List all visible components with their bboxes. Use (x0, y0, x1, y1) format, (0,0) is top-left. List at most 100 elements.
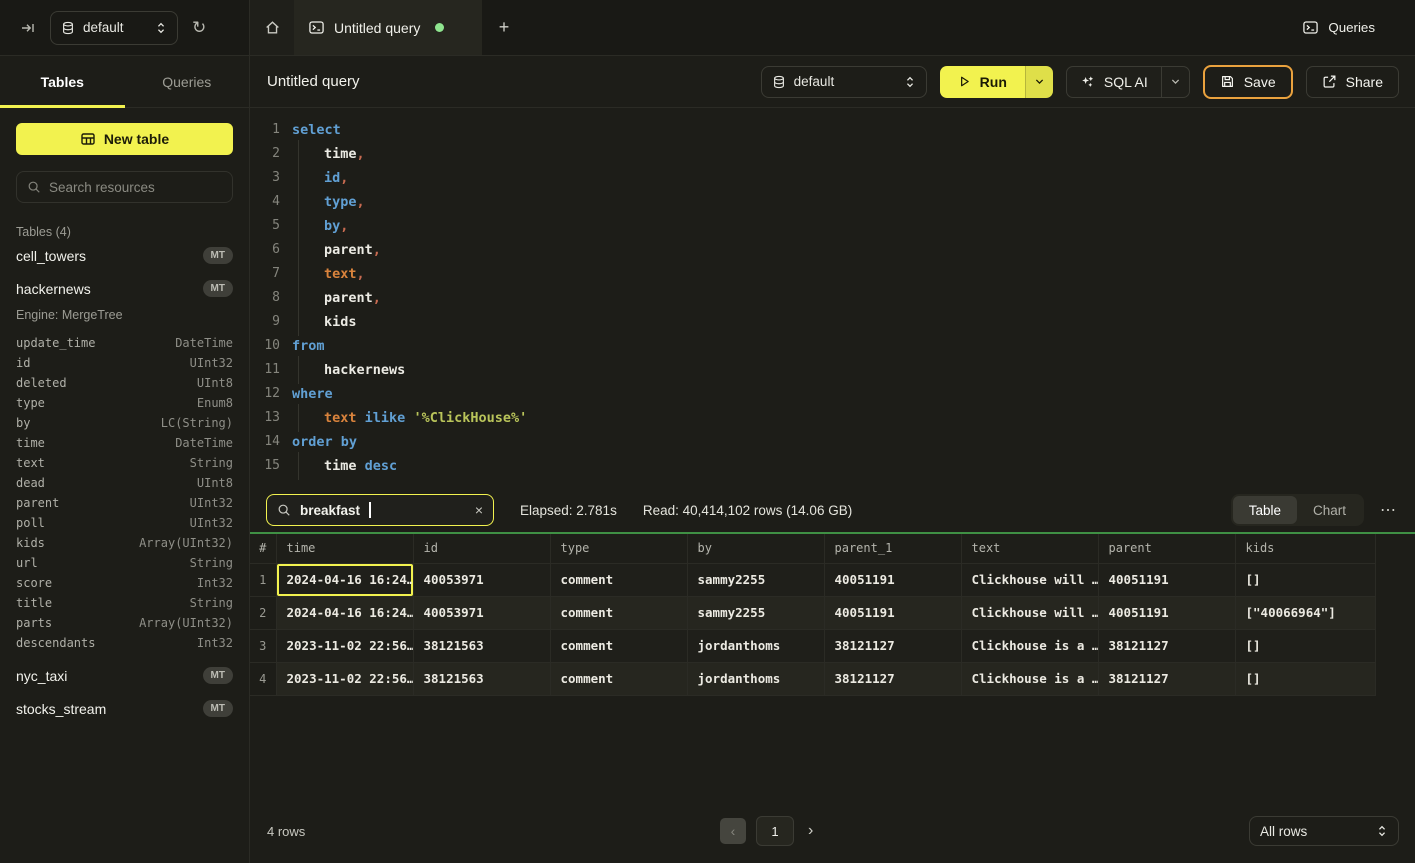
refresh-button[interactable]: ↻ (192, 18, 206, 38)
home-tab[interactable] (250, 0, 294, 55)
code-line[interactable]: 3id, (260, 166, 1415, 190)
query-database-selector[interactable]: default (761, 66, 927, 98)
table-cell[interactable]: jordanthoms (687, 662, 824, 695)
sidebar-table-item[interactable]: stocks_streamMT (16, 692, 233, 725)
table-cell[interactable]: Clickhouse will … (961, 563, 1098, 596)
share-button[interactable]: Share (1306, 66, 1399, 98)
table-cell[interactable]: comment (550, 662, 687, 695)
table-cell[interactable]: sammy2255 (687, 596, 824, 629)
table-cell[interactable]: 38121563 (413, 662, 550, 695)
code-line[interactable]: 8parent, (260, 286, 1415, 310)
row-number-cell[interactable]: 1 (250, 563, 276, 596)
table-cell[interactable]: Clickhouse is a … (961, 662, 1098, 695)
column-header[interactable]: parent (1098, 534, 1235, 563)
sidebar-table-item[interactable]: nyc_taxiMT (16, 659, 233, 692)
code-line[interactable]: 2time, (260, 142, 1415, 166)
table-row[interactable]: 12024-04-16 16:24…40053971commentsammy22… (250, 563, 1375, 596)
table-cell[interactable]: 2023-11-02 22:56… (276, 629, 413, 662)
code-line[interactable]: 5by, (260, 214, 1415, 238)
table-cell[interactable]: 2023-11-02 22:56… (276, 662, 413, 695)
table-cell[interactable]: 40051191 (1098, 563, 1235, 596)
code-line[interactable]: 6parent, (260, 238, 1415, 262)
table-cell[interactable]: comment (550, 629, 687, 662)
row-number-cell[interactable]: 4 (250, 662, 276, 695)
sql-editor[interactable]: 1select2time,3id,4type,5by,6parent,7text… (250, 108, 1415, 488)
column-header[interactable]: type (550, 534, 687, 563)
database-selector[interactable]: default (50, 11, 178, 45)
code-line[interactable]: 12where (260, 382, 1415, 406)
table-cell[interactable]: 2024-04-16 16:24… (276, 563, 413, 596)
table-cell[interactable]: comment (550, 596, 687, 629)
code-line[interactable]: 9kids (260, 310, 1415, 334)
save-button[interactable]: Save (1203, 65, 1293, 99)
table-cell[interactable]: comment (550, 563, 687, 596)
table-cell[interactable]: 38121127 (824, 629, 961, 662)
table-cell[interactable]: 38121563 (413, 629, 550, 662)
column-header[interactable]: time (276, 534, 413, 563)
sql-ai-options-button[interactable] (1161, 67, 1189, 97)
sidebar-search-input[interactable] (49, 180, 222, 195)
tab-tables[interactable]: Tables (0, 56, 125, 107)
table-cell[interactable]: 38121127 (1098, 629, 1235, 662)
results-table: #timeidtypebyparent_1textparentkids12024… (250, 534, 1376, 696)
table-cell[interactable]: 40053971 (413, 596, 550, 629)
sql-ai-button[interactable]: SQL AI (1067, 67, 1161, 97)
table-cell[interactable]: 38121127 (1098, 662, 1235, 695)
code-line[interactable]: 13text ilike '%ClickHouse%' (260, 406, 1415, 430)
code-line[interactable]: 4type, (260, 190, 1415, 214)
table-cell[interactable]: [] (1235, 662, 1375, 695)
table-cell[interactable]: [] (1235, 629, 1375, 662)
table-cell[interactable]: 40051191 (824, 563, 961, 596)
column-header[interactable]: parent_1 (824, 534, 961, 563)
code-line[interactable]: 14order by (260, 430, 1415, 454)
row-number-cell[interactable]: 3 (250, 629, 276, 662)
page-number[interactable]: 1 (756, 816, 794, 846)
prev-page-button[interactable]: ‹ (720, 818, 746, 844)
result-search-input[interactable]: breakfast × (266, 494, 494, 526)
code-line[interactable]: 7text, (260, 262, 1415, 286)
column-header[interactable]: by (687, 534, 824, 563)
sidebar-table-item[interactable]: cell_towersMT (16, 239, 233, 272)
table-cell[interactable]: Clickhouse will … (961, 596, 1098, 629)
table-cell[interactable]: 38121127 (824, 662, 961, 695)
table-cell[interactable]: Clickhouse is a … (961, 629, 1098, 662)
column-header[interactable]: id (413, 534, 550, 563)
table-cell[interactable]: 40051191 (824, 596, 961, 629)
column-header[interactable]: text (961, 534, 1098, 563)
tab-queries[interactable]: Queries (125, 56, 250, 107)
code-line[interactable]: 10from (260, 334, 1415, 358)
next-page-button[interactable]: › (804, 822, 817, 840)
result-search-value: breakfast (300, 503, 360, 518)
table-cell[interactable]: jordanthoms (687, 629, 824, 662)
code-line[interactable]: 1select (260, 118, 1415, 142)
table-cell[interactable]: [] (1235, 563, 1375, 596)
more-options-button[interactable]: ⋯ (1380, 500, 1397, 520)
sidebar-table-item[interactable]: hackernewsMT (16, 272, 233, 305)
table-row[interactable]: 42023-11-02 22:56…38121563commentjordant… (250, 662, 1375, 695)
line-number: 10 (260, 334, 280, 358)
table-cell[interactable]: ["40066964"] (1235, 596, 1375, 629)
line-number: 7 (260, 262, 280, 286)
column-header[interactable]: kids (1235, 534, 1375, 563)
table-cell[interactable]: sammy2255 (687, 563, 824, 596)
run-options-button[interactable] (1025, 66, 1053, 98)
clear-search-button[interactable]: × (475, 502, 483, 518)
row-number-cell[interactable]: 2 (250, 596, 276, 629)
table-cell[interactable]: 40053971 (413, 563, 550, 596)
column-header[interactable]: # (250, 534, 276, 563)
new-table-button[interactable]: New table (16, 123, 233, 155)
run-button[interactable]: Run (940, 66, 1025, 98)
view-toggle-table[interactable]: Table (1233, 496, 1297, 524)
table-row[interactable]: 32023-11-02 22:56…38121563commentjordant… (250, 629, 1375, 662)
tab-untitled-query[interactable]: Untitled query (294, 0, 482, 55)
queries-nav-button[interactable]: Queries (1302, 19, 1375, 36)
code-line[interactable]: 11hackernews (260, 358, 1415, 382)
page-size-selector[interactable]: All rows (1249, 816, 1399, 846)
view-toggle-chart[interactable]: Chart (1297, 496, 1362, 524)
code-line[interactable]: 15time desc (260, 454, 1415, 478)
table-cell[interactable]: 2024-04-16 16:24… (276, 596, 413, 629)
table-cell[interactable]: 40051191 (1098, 596, 1235, 629)
table-row[interactable]: 22024-04-16 16:24…40053971commentsammy22… (250, 596, 1375, 629)
new-tab-button[interactable]: + (482, 0, 526, 55)
collapse-sidebar-button[interactable] (20, 20, 36, 36)
